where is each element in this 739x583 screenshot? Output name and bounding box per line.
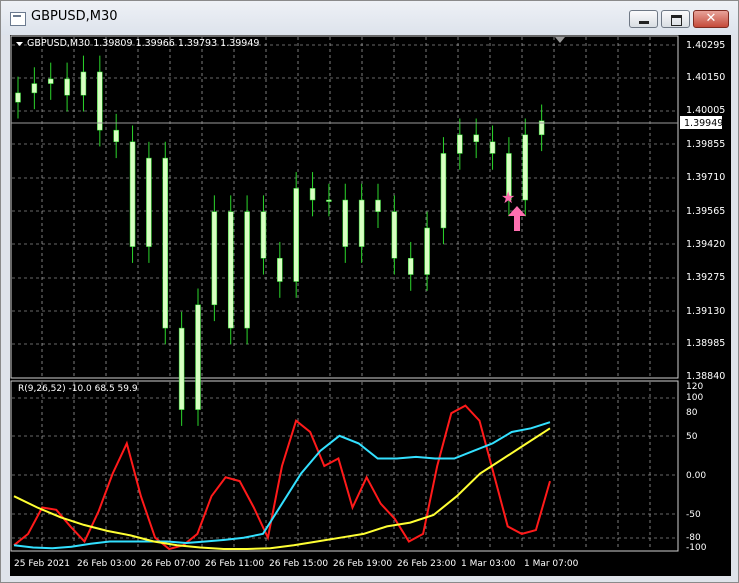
candle-body xyxy=(391,211,398,259)
price-tick: 1.40295 xyxy=(686,40,725,51)
candle-body xyxy=(326,199,332,202)
price-tick: 1.38840 xyxy=(686,371,725,382)
price-tick: 1.38985 xyxy=(686,338,725,349)
maximize-icon xyxy=(671,15,682,26)
candle-body xyxy=(129,141,136,247)
candle-body xyxy=(244,211,250,329)
candle-body xyxy=(293,188,299,282)
indicator-lines xyxy=(13,404,551,551)
maximize-button[interactable] xyxy=(661,10,690,28)
price-tick: 1.39565 xyxy=(686,206,725,217)
indicator-tick: 120 xyxy=(686,382,703,392)
candle-body xyxy=(375,199,381,212)
chart-window-icon xyxy=(10,12,26,26)
symbol-info: GBPUSD,M30 1.39809 1.39966 1.39793 1.399… xyxy=(27,38,259,49)
chart-shift-icon[interactable] xyxy=(555,37,565,43)
time-tick: 26 Feb 15:00 xyxy=(269,559,328,569)
close-button[interactable]: ✕ xyxy=(693,10,729,28)
candle-body xyxy=(309,188,316,201)
candle-body xyxy=(146,157,152,247)
indicator-series-yellow xyxy=(13,427,551,550)
candle-body xyxy=(97,71,103,131)
chart-area[interactable]: GBPUSD,M30 1.39809 1.39966 1.39793 1.399… xyxy=(10,35,731,576)
title-bar[interactable]: GBPUSD,M30 ✕ xyxy=(1,1,738,35)
price-tick: 1.39420 xyxy=(686,239,725,250)
symbol-menu-icon[interactable] xyxy=(16,42,23,46)
time-tick: 26 Feb 23:00 xyxy=(397,559,456,569)
indicator-label: R(9,26,52) -10.0 68.5 59.9 xyxy=(18,384,138,394)
candle-body xyxy=(195,304,201,410)
candle-body xyxy=(407,257,414,275)
close-icon: ✕ xyxy=(705,11,717,26)
chart-svg[interactable]: GBPUSD,M30 1.39809 1.39966 1.39793 1.399… xyxy=(10,35,731,576)
time-tick: 26 Feb 07:00 xyxy=(141,559,200,569)
indicator-series-cyan xyxy=(13,421,551,550)
candle-body xyxy=(178,327,185,410)
time-tick: 26 Feb 03:00 xyxy=(77,559,136,569)
candle-body xyxy=(424,227,430,275)
candle-body xyxy=(358,199,365,247)
price-axis: 1.40295 1.40150 1.40005 1.39855 1.39710 … xyxy=(686,40,725,382)
candle-body xyxy=(162,157,169,329)
candle-body xyxy=(15,92,21,103)
candle-body xyxy=(64,78,70,96)
candle-body xyxy=(440,153,447,229)
price-tick: 1.39855 xyxy=(686,139,725,150)
indicator-tick: -80 xyxy=(686,533,701,543)
candle-body xyxy=(260,211,267,259)
window-title: GBPUSD,M30 xyxy=(31,9,118,24)
candle-body xyxy=(277,257,283,282)
time-tick: 1 Mar 07:00 xyxy=(524,559,579,569)
current-price-label: 1.39949 xyxy=(684,118,723,129)
minimize-button[interactable] xyxy=(629,10,658,28)
candle-body xyxy=(473,134,479,143)
candle-body xyxy=(227,211,234,329)
price-tick: 1.39710 xyxy=(686,172,725,183)
time-tick: 1 Mar 03:00 xyxy=(461,559,516,569)
arrow-up-icon xyxy=(508,206,526,231)
star-icon: ★ xyxy=(501,188,515,207)
candle-body xyxy=(342,199,349,247)
indicator-tick: 100 xyxy=(686,393,703,403)
candle-body xyxy=(457,134,463,154)
candle-body xyxy=(47,78,54,84)
candle-body xyxy=(522,134,529,201)
price-tick: 1.39130 xyxy=(686,306,725,317)
time-tick: 26 Feb 11:00 xyxy=(205,559,264,569)
indicator-frame xyxy=(10,380,679,552)
indicator-tick: -100 xyxy=(686,543,707,553)
candle-body xyxy=(211,211,218,306)
indicator-tick: 0.00 xyxy=(686,471,706,481)
time-tick: 26 Feb 19:00 xyxy=(333,559,392,569)
indicator-tick: 80 xyxy=(686,408,698,418)
time-tick: 25 Feb 2021 xyxy=(14,559,70,569)
minimize-icon xyxy=(639,21,649,24)
candle-body xyxy=(80,71,87,96)
indicator-axis: 120 100 80 50 0.00 -50 -80 -100 xyxy=(686,382,707,553)
time-axis: 25 Feb 2021 26 Feb 03:00 26 Feb 07:00 26… xyxy=(14,559,579,569)
candle-body xyxy=(113,129,119,143)
price-tick: 1.39275 xyxy=(686,272,725,283)
terminal-window: GBPUSD,M30 ✕ GBPUSD,M30 1.39809 1.39966 … xyxy=(0,0,739,583)
price-tick: 1.40150 xyxy=(686,72,725,83)
indicator-tick: -50 xyxy=(686,510,701,520)
indicator-tick: 50 xyxy=(686,432,698,442)
price-tick: 1.40005 xyxy=(686,105,725,116)
candle-body xyxy=(489,141,496,154)
candle-body xyxy=(31,83,38,94)
